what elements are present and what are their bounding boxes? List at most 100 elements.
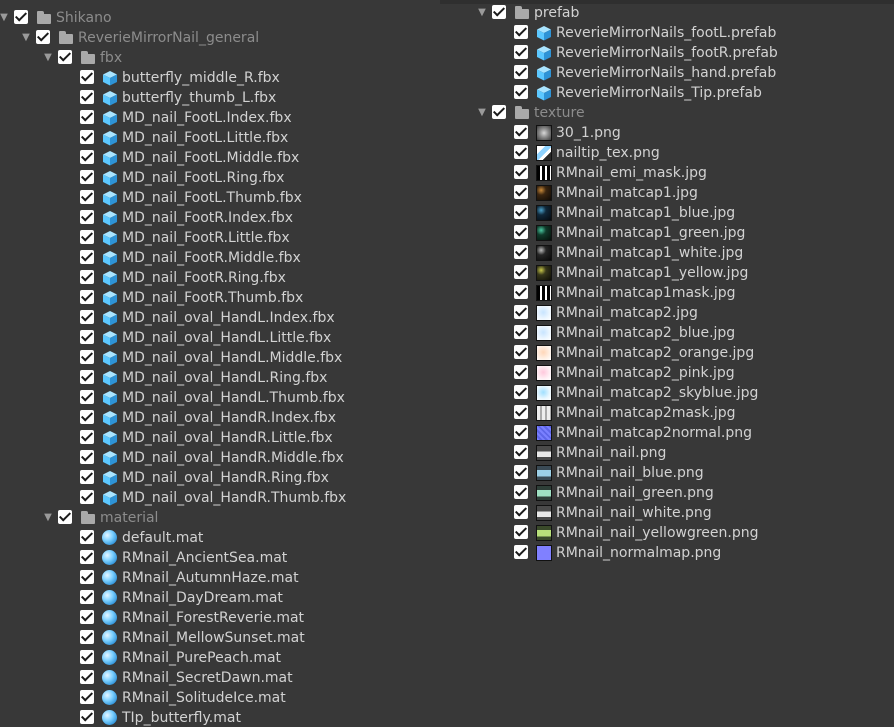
include-checkbox[interactable] <box>80 390 94 404</box>
include-checkbox[interactable] <box>514 205 528 219</box>
include-checkbox[interactable] <box>514 185 528 199</box>
asset-row[interactable]: MD_nail_oval_HandL.Middle.fbx <box>0 348 440 368</box>
include-checkbox[interactable] <box>58 50 72 64</box>
include-checkbox[interactable] <box>80 430 94 444</box>
include-checkbox[interactable] <box>80 650 94 664</box>
asset-row[interactable]: RMnail_nail.png <box>468 443 894 463</box>
asset-row[interactable]: RMnail_nail_green.png <box>468 483 894 503</box>
folder-row[interactable]: ▼ material <box>0 508 440 528</box>
asset-row[interactable]: MD_nail_FootL.Thumb.fbx <box>0 188 440 208</box>
include-checkbox[interactable] <box>80 170 94 184</box>
include-checkbox[interactable] <box>80 130 94 144</box>
asset-row[interactable]: RMnail_nail_blue.png <box>468 463 894 483</box>
asset-row[interactable]: RMnail_matcap1_green.jpg <box>468 223 894 243</box>
asset-row[interactable]: RMnail_matcap1_yellow.jpg <box>468 263 894 283</box>
expand-arrow-icon[interactable]: ▼ <box>476 3 488 23</box>
include-checkbox[interactable] <box>514 165 528 179</box>
folder-row[interactable]: ▼ ReverieMirrorNail_general <box>0 28 440 48</box>
asset-row[interactable]: butterfly_thumb_L.fbx <box>0 88 440 108</box>
include-checkbox[interactable] <box>80 370 94 384</box>
include-checkbox[interactable] <box>80 270 94 284</box>
asset-row[interactable]: MD_nail_FootR.Thumb.fbx <box>0 288 440 308</box>
include-checkbox[interactable] <box>80 190 94 204</box>
asset-row[interactable]: MD_nail_FootL.Ring.fbx <box>0 168 440 188</box>
include-checkbox[interactable] <box>514 85 528 99</box>
asset-row[interactable]: default.mat <box>0 528 440 548</box>
asset-row[interactable]: MD_nail_FootL.Index.fbx <box>0 108 440 128</box>
include-checkbox[interactable] <box>80 690 94 704</box>
include-checkbox[interactable] <box>514 325 528 339</box>
folder-row[interactable]: ▼ prefab <box>468 3 894 23</box>
include-checkbox[interactable] <box>514 405 528 419</box>
asset-row[interactable]: RMnail_DayDream.mat <box>0 588 440 608</box>
asset-row[interactable]: RMnail_matcap2_pink.jpg <box>468 363 894 383</box>
include-checkbox[interactable] <box>514 285 528 299</box>
asset-row[interactable]: MD_nail_oval_HandR.Thumb.fbx <box>0 488 440 508</box>
asset-row[interactable]: RMnail_matcap2normal.png <box>468 423 894 443</box>
include-checkbox[interactable] <box>80 230 94 244</box>
asset-row[interactable]: RMnail_matcap1mask.jpg <box>468 283 894 303</box>
include-checkbox[interactable] <box>80 90 94 104</box>
expand-arrow-icon[interactable]: ▼ <box>0 8 10 28</box>
asset-row[interactable]: RMnail_nail_yellowgreen.png <box>468 523 894 543</box>
include-checkbox[interactable] <box>80 330 94 344</box>
include-checkbox[interactable] <box>80 310 94 324</box>
asset-row[interactable]: RMnail_matcap2_blue.jpg <box>468 323 894 343</box>
include-checkbox[interactable] <box>514 345 528 359</box>
asset-row[interactable]: RMnail_MellowSunset.mat <box>0 628 440 648</box>
asset-row[interactable]: 30_1.png <box>468 123 894 143</box>
include-checkbox[interactable] <box>80 110 94 124</box>
asset-row[interactable]: RMnail_matcap2mask.jpg <box>468 403 894 423</box>
asset-row[interactable]: MD_nail_FootR.Middle.fbx <box>0 248 440 268</box>
asset-row[interactable]: RMnail_matcap1_blue.jpg <box>468 203 894 223</box>
include-checkbox[interactable] <box>80 490 94 504</box>
include-checkbox[interactable] <box>80 530 94 544</box>
include-checkbox[interactable] <box>14 10 28 24</box>
include-checkbox[interactable] <box>514 265 528 279</box>
expand-arrow-icon[interactable]: ▼ <box>42 508 54 528</box>
include-checkbox[interactable] <box>80 450 94 464</box>
asset-row[interactable]: RMnail_PurePeach.mat <box>0 648 440 668</box>
include-checkbox[interactable] <box>514 305 528 319</box>
asset-row[interactable]: ReverieMirrorNails_footL.prefab <box>468 23 894 43</box>
include-checkbox[interactable] <box>514 425 528 439</box>
folder-row[interactable]: ▼ Shikano <box>0 8 440 28</box>
asset-row[interactable]: ReverieMirrorNails_Tip.prefab <box>468 83 894 103</box>
include-checkbox[interactable] <box>514 65 528 79</box>
include-checkbox[interactable] <box>514 125 528 139</box>
include-checkbox[interactable] <box>514 385 528 399</box>
include-checkbox[interactable] <box>514 365 528 379</box>
asset-row[interactable]: RMnail_SecretDawn.mat <box>0 668 440 688</box>
include-checkbox[interactable] <box>514 545 528 559</box>
asset-row[interactable]: MD_nail_FootL.Middle.fbx <box>0 148 440 168</box>
include-checkbox[interactable] <box>80 550 94 564</box>
asset-row[interactable]: TIp_butterfly.mat <box>0 708 440 727</box>
asset-row[interactable]: MD_nail_oval_HandR.Little.fbx <box>0 428 440 448</box>
asset-row[interactable]: MD_nail_oval_HandL.Thumb.fbx <box>0 388 440 408</box>
include-checkbox[interactable] <box>80 250 94 264</box>
asset-row[interactable]: RMnail_emi_mask.jpg <box>468 163 894 183</box>
asset-row[interactable]: MD_nail_FootL.Little.fbx <box>0 128 440 148</box>
asset-row[interactable]: RMnail_matcap1_white.jpg <box>468 243 894 263</box>
include-checkbox[interactable] <box>80 410 94 424</box>
asset-row[interactable]: RMnail_normalmap.png <box>468 543 894 563</box>
include-checkbox[interactable] <box>80 570 94 584</box>
asset-row[interactable]: MD_nail_FootR.Index.fbx <box>0 208 440 228</box>
asset-row[interactable]: MD_nail_FootR.Little.fbx <box>0 228 440 248</box>
asset-row[interactable]: nailtip_tex.png <box>468 143 894 163</box>
include-checkbox[interactable] <box>80 150 94 164</box>
asset-row[interactable]: MD_nail_oval_HandR.Index.fbx <box>0 408 440 428</box>
asset-row[interactable]: RMnail_AncientSea.mat <box>0 548 440 568</box>
include-checkbox[interactable] <box>514 465 528 479</box>
asset-row[interactable]: MD_nail_oval_HandR.Ring.fbx <box>0 468 440 488</box>
folder-row[interactable]: ▼ texture <box>468 103 894 123</box>
include-checkbox[interactable] <box>80 630 94 644</box>
include-checkbox[interactable] <box>36 30 50 44</box>
asset-row[interactable]: MD_nail_FootR.Ring.fbx <box>0 268 440 288</box>
expand-arrow-icon[interactable]: ▼ <box>42 48 54 68</box>
include-checkbox[interactable] <box>514 525 528 539</box>
include-checkbox[interactable] <box>514 45 528 59</box>
expand-arrow-icon[interactable]: ▼ <box>476 103 488 123</box>
include-checkbox[interactable] <box>492 105 506 119</box>
include-checkbox[interactable] <box>492 5 506 19</box>
